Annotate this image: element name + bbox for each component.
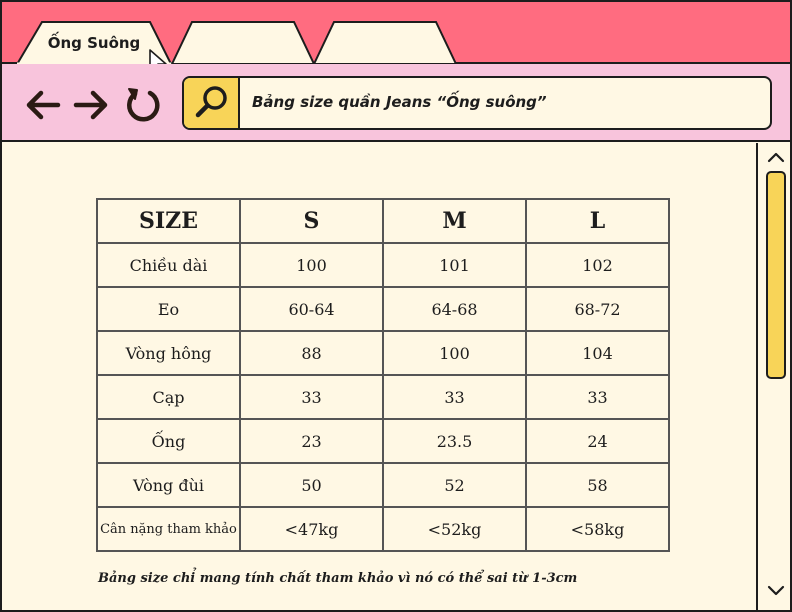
search-button[interactable] [184, 78, 240, 128]
navigation-bar: Bảng size quần Jeans “Ống suông” [2, 64, 790, 142]
address-bar[interactable]: Bảng size quần Jeans “Ống suông” [182, 76, 772, 130]
table-cell: 33 [382, 374, 527, 420]
table-cell: 23 [239, 418, 384, 464]
header-cell: S [239, 198, 384, 244]
tab-bar: Ống Suông [2, 2, 790, 66]
size-table: SIZE S M L Chiều dài 100 101 102 Eo 60-6… [96, 198, 670, 552]
chevron-down-icon [767, 585, 785, 596]
header-cell: L [525, 198, 670, 244]
reload-icon [127, 88, 160, 122]
table-cell: 100 [239, 242, 384, 288]
scrollbar[interactable] [756, 143, 790, 610]
row-label: Ống [96, 418, 241, 464]
row-label: Vòng đùi [96, 462, 241, 508]
address-text: Bảng size quần Jeans “Ống suông” [252, 93, 547, 111]
table-cell: 33 [239, 374, 384, 420]
table-cell: 100 [382, 330, 527, 376]
table-header-row: SIZE S M L [96, 198, 670, 244]
table-cell: 68-72 [525, 286, 670, 332]
table-row: Chiều dài 100 101 102 [96, 242, 670, 288]
size-note: Bảng size chỉ mang tính chất tham khảo v… [98, 571, 578, 586]
table-row: Vòng đùi 50 52 58 [96, 462, 670, 508]
table-cell: 60-64 [239, 286, 384, 332]
scroll-down-button[interactable] [766, 583, 786, 599]
row-label: Chiều dài [96, 242, 241, 288]
browser-window: Ống Suông Bảng size quần Jeans “Ống suôn… [0, 0, 792, 612]
scroll-thumb[interactable] [766, 171, 786, 379]
right-arrow-icon [73, 90, 108, 120]
table-row: Cạp 33 33 33 [96, 374, 670, 420]
row-label: Eo [96, 286, 241, 332]
tab-empty-3[interactable] [2, 2, 462, 66]
header-cell: SIZE [96, 198, 241, 244]
table-cell: 58 [525, 462, 670, 508]
magnifier-icon [195, 86, 227, 118]
table-row: Ống 23 23.5 24 [96, 418, 670, 464]
scroll-up-button[interactable] [766, 149, 786, 165]
left-arrow-icon [26, 90, 61, 120]
table-cell: 33 [525, 374, 670, 420]
table-row: Vòng hông 88 100 104 [96, 330, 670, 376]
table-cell: 102 [525, 242, 670, 288]
back-button[interactable] [24, 86, 62, 124]
page-content: SIZE S M L Chiều dài 100 101 102 Eo 60-6… [2, 143, 756, 610]
table-cell: 52 [382, 462, 527, 508]
row-label: Cạp [96, 374, 241, 420]
table-cell: 101 [382, 242, 527, 288]
table-cell: 88 [239, 330, 384, 376]
table-row: Eo 60-64 64-68 68-72 [96, 286, 670, 332]
table-row: Cân nặng tham khảo <47kg <52kg <58kg [96, 506, 670, 552]
forward-button[interactable] [72, 86, 110, 124]
table-cell: <47kg [239, 506, 384, 552]
table-cell: 104 [525, 330, 670, 376]
table-cell: 23.5 [382, 418, 527, 464]
table-cell: 24 [525, 418, 670, 464]
reload-button[interactable] [124, 86, 162, 124]
row-label: Vòng hông [96, 330, 241, 376]
table-cell: 64-68 [382, 286, 527, 332]
table-cell: <58kg [525, 506, 670, 552]
table-cell: <52kg [382, 506, 527, 552]
row-label: Cân nặng tham khảo [96, 506, 241, 552]
header-cell: M [382, 198, 527, 244]
table-cell: 50 [239, 462, 384, 508]
chevron-up-icon [767, 152, 785, 163]
